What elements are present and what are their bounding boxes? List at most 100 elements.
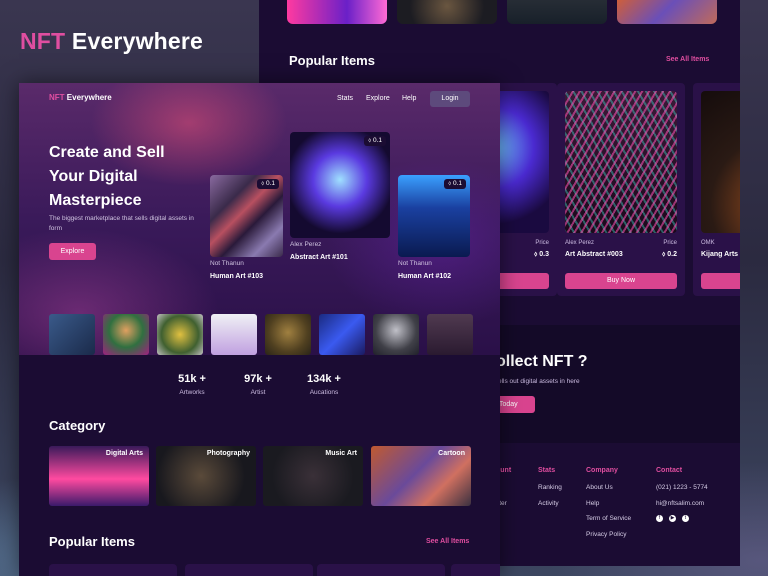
nav-logo[interactable]: NFT Everywhere	[49, 93, 112, 102]
social-links: f ▶ t	[656, 515, 708, 522]
see-all-link[interactable]: See All Items	[666, 56, 709, 63]
stat-artworks: 51k + Artworks	[162, 373, 222, 396]
nft-name: Abstract Art #101	[290, 254, 348, 261]
artwork-thumbnail[interactable]	[103, 314, 149, 355]
price-badge: ⬨ 0.1	[364, 136, 386, 146]
nft-card[interactable]	[317, 564, 445, 576]
stat-label: Artist	[250, 389, 266, 396]
contact-email[interactable]: hi@nftsalim.com	[656, 500, 708, 507]
nft-name: Human Art #103	[210, 273, 264, 280]
price-value: ⬨ 0.3	[534, 251, 549, 258]
nft-card[interactable]: OMK Kijang Arts	[693, 83, 740, 296]
footer-link[interactable]: Term of Service	[586, 515, 631, 522]
stat-value: 51k +	[178, 373, 206, 385]
hero-title-line: Your Digital	[49, 168, 138, 185]
artwork-thumbnail[interactable]	[319, 314, 365, 355]
stat-label: Artworks	[179, 389, 205, 396]
hero-title: Create and Sell Your Digital Masterpiece	[49, 141, 209, 213]
creator-name: Alex Perez	[290, 241, 322, 248]
thumbnail[interactable]	[507, 0, 607, 24]
nft-name: Human Art #102	[398, 273, 452, 280]
category-card-music-art[interactable]: Music Art	[263, 446, 363, 506]
thumbnail[interactable]	[287, 0, 387, 24]
price-badge: ⬨ 0.1	[444, 179, 466, 189]
footer-column: Contact (021) 1223 - 5774 hi@nftsalim.co…	[656, 467, 708, 522]
hero-title-line: Create and Sell	[49, 144, 165, 161]
hero-subtitle: The biggest marketplace that sells digit…	[49, 215, 194, 232]
footer-link[interactable]: Help	[586, 500, 631, 507]
creator-name: Not Thanun	[398, 260, 432, 267]
nft-card[interactable]	[49, 564, 177, 576]
brand-suffix: Everywhere	[71, 28, 204, 54]
stat-auctions: 134k + Aucations	[294, 373, 354, 396]
showcase-brand: NFT Everywhere	[20, 28, 203, 55]
price-badge: ⬨ 0.1	[257, 179, 279, 189]
category-label: Music Art	[325, 450, 357, 457]
category-label: Photography	[206, 450, 250, 457]
buy-now-button[interactable]: Buy Now	[565, 273, 677, 289]
top-thumbnail-strip	[287, 0, 717, 24]
artwork-thumbnail[interactable]	[427, 314, 473, 355]
logo-prefix: NFT	[49, 93, 65, 102]
featured-nft-card[interactable]: ⬨ 0.1	[290, 132, 390, 238]
artwork-thumbnail[interactable]	[157, 314, 203, 355]
nft-card[interactable]: Alex Perez Price Art Abstract #003 ⬨ 0.2…	[557, 83, 685, 296]
category-card-digital-arts[interactable]: Digital Arts	[49, 446, 149, 506]
artwork-thumbnail[interactable]	[373, 314, 419, 355]
category-title: Category	[49, 418, 106, 433]
youtube-icon[interactable]: ▶	[669, 515, 676, 522]
nav-link-help[interactable]: Help	[402, 95, 416, 102]
stat-artist: 97k + Artist	[228, 373, 288, 396]
footer-heading: Contact	[656, 467, 683, 474]
hero-title-line: Masterpiece	[49, 192, 142, 209]
section-title: Popular Items	[289, 53, 375, 68]
cta-title: ollect NFT ?	[496, 353, 588, 370]
logo-suffix: Everywhere	[66, 93, 112, 102]
brand-prefix: NFT	[20, 28, 66, 54]
price-label: Price	[663, 240, 677, 246]
buy-now-button[interactable]	[701, 273, 740, 289]
thumbnail[interactable]	[397, 0, 497, 24]
artwork-thumbnail-row	[49, 314, 473, 355]
nft-name: Kijang Arts	[701, 251, 739, 258]
footer-heading: Company	[586, 467, 618, 474]
category-card-photography[interactable]: Photography	[156, 446, 256, 506]
nft-image	[565, 91, 677, 233]
cta-subtitle: ells out digital assets in here	[498, 378, 580, 385]
price-value: ⬨ 0.2	[662, 251, 677, 258]
stat-value: 134k +	[307, 373, 341, 385]
nft-card[interactable]	[185, 564, 313, 576]
category-label: Cartoon	[438, 450, 465, 457]
front-page-window: NFT Everywhere Stats Explore Help Login …	[19, 83, 500, 576]
thumbnail[interactable]	[617, 0, 717, 24]
footer-column: Stats Ranking Activity	[538, 467, 562, 515]
see-all-link[interactable]: See All Items	[426, 538, 469, 545]
footer-link[interactable]: Activity	[538, 500, 562, 507]
category-card-cartoon[interactable]: Cartoon	[371, 446, 471, 506]
facebook-icon[interactable]: f	[656, 515, 663, 522]
featured-nft-card[interactable]: ⬨ 0.1	[210, 175, 283, 257]
footer-link[interactable]: Ranking	[538, 484, 562, 491]
artwork-thumbnail[interactable]	[49, 314, 95, 355]
artwork-thumbnail[interactable]	[211, 314, 257, 355]
contact-phone: (021) 1223 - 5774	[656, 484, 708, 491]
popular-items-title: Popular Items	[49, 534, 135, 549]
category-label: Digital Arts	[105, 450, 143, 457]
featured-nft-card[interactable]: ⬨ 0.1	[398, 175, 470, 257]
nft-card[interactable]	[451, 564, 500, 576]
footer-column: Company About Us Help Term of Service Pr…	[586, 467, 631, 546]
creator-name: Not Thanun	[210, 260, 244, 267]
nav-link-stats[interactable]: Stats	[337, 95, 353, 102]
explore-button[interactable]: Explore	[49, 243, 96, 260]
twitter-icon[interactable]: t	[682, 515, 689, 522]
footer-heading: Stats	[538, 467, 556, 474]
login-button[interactable]: Login	[430, 91, 470, 107]
creator-name: Alex Perez	[565, 240, 595, 246]
price-label: Price	[535, 240, 549, 246]
artwork-thumbnail[interactable]	[265, 314, 311, 355]
footer-link[interactable]: Privacy Policy	[586, 531, 631, 538]
creator-name: OMK	[701, 240, 715, 246]
stat-label: Aucations	[309, 389, 339, 396]
nav-link-explore[interactable]: Explore	[366, 95, 390, 102]
footer-link[interactable]: About Us	[586, 484, 631, 491]
